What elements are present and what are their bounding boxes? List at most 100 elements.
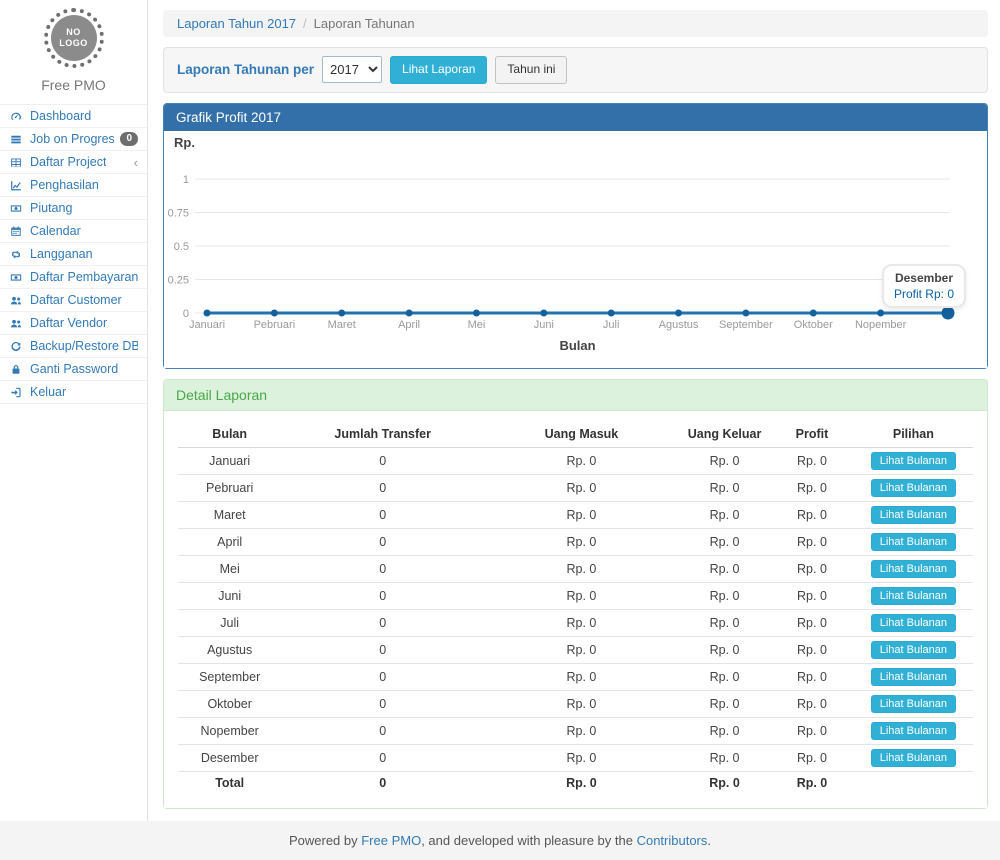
sidebar-item-piutang[interactable]: Piutang [0, 197, 147, 220]
view-monthly-button[interactable]: Lihat Bulanan [871, 722, 956, 740]
data-point [608, 309, 615, 316]
view-monthly-button[interactable]: Lihat Bulanan [871, 479, 956, 497]
x-tick-label: Juni [534, 319, 554, 331]
table-icon [9, 156, 24, 169]
cell-profit: Rp. 0 [770, 771, 853, 794]
column-header-uang-masuk: Uang Masuk [484, 421, 679, 448]
main-content: Laporan Tahun 2017 / Laporan Tahunan Lapor… [148, 0, 1000, 821]
cell-jumlah-transfer: 0 [281, 717, 484, 744]
sidebar-item-label: Ganti Password [30, 362, 118, 376]
sidebar-item-dashboard[interactable]: Dashboard [0, 105, 147, 128]
view-monthly-button[interactable]: Lihat Bulanan [871, 560, 956, 578]
report-filter-panel: Laporan Tahunan per 2017 Lihat Laporan T… [163, 47, 988, 93]
cell-jumlah-transfer: 0 [281, 582, 484, 609]
view-monthly-button[interactable]: Lihat Bulanan [871, 506, 956, 524]
sign-out-icon [9, 386, 24, 399]
sidebar: NO LOGO Free PMO DashboardJob on Progres… [0, 0, 148, 821]
table-row: Agustus0Rp. 0Rp. 0Rp. 0Lihat Bulanan [178, 636, 973, 663]
view-monthly-button[interactable]: Lihat Bulanan [871, 668, 956, 686]
data-point [271, 309, 278, 316]
sidebar-menu: DashboardJob on Progress0Daftar Project‹… [0, 104, 147, 404]
sidebar-item-ganti-password[interactable]: Ganti Password [0, 358, 147, 381]
table-row: April0Rp. 0Rp. 0Rp. 0Lihat Bulanan [178, 528, 973, 555]
year-select[interactable]: 2017 [322, 56, 382, 83]
footer-text-middle: , and developed with pleasure by the [421, 833, 636, 848]
sidebar-item-calendar[interactable]: Calendar [0, 220, 147, 243]
table-row: Maret0Rp. 0Rp. 0Rp. 0Lihat Bulanan [178, 501, 973, 528]
page: NO LOGO Free PMO DashboardJob on Progres… [0, 0, 1000, 821]
users-icon [9, 294, 24, 307]
cell-jumlah-transfer: 0 [281, 447, 484, 474]
cell-uang-keluar: Rp. 0 [679, 501, 770, 528]
view-monthly-button[interactable]: Lihat Bulanan [871, 695, 956, 713]
table-row: September0Rp. 0Rp. 0Rp. 0Lihat Bulanan [178, 663, 973, 690]
cell-profit: Rp. 0 [770, 609, 853, 636]
cell-profit: Rp. 0 [770, 474, 853, 501]
filter-label: Laporan Tahunan per [177, 62, 314, 77]
sidebar-item-label: Calendar [30, 224, 81, 238]
cell-bulan: Juli [178, 609, 281, 636]
cell-bulan: September [178, 663, 281, 690]
cell-profit: Rp. 0 [770, 528, 853, 555]
table-row: Desember0Rp. 0Rp. 0Rp. 0Lihat Bulanan [178, 744, 973, 771]
refresh-icon [9, 340, 24, 353]
data-point [204, 309, 211, 316]
cell-pilihan: Lihat Bulanan [854, 609, 973, 636]
column-header-jumlah-transfer: Jumlah Transfer [281, 421, 484, 448]
no-logo-icon: NO LOGO [51, 15, 97, 61]
cell-uang-masuk: Rp. 0 [484, 501, 679, 528]
sidebar-item-label: Daftar Customer [30, 293, 122, 307]
footer: Powered by Free PMO, and developed with … [0, 821, 1000, 860]
view-report-button[interactable]: Lihat Laporan [390, 56, 487, 84]
view-monthly-button[interactable]: Lihat Bulanan [871, 587, 956, 605]
view-monthly-button[interactable]: Lihat Bulanan [871, 533, 956, 551]
sidebar-item-keluar[interactable]: Keluar [0, 381, 147, 404]
cell-bulan: Maret [178, 501, 281, 528]
sidebar-item-daftar-vendor[interactable]: Daftar Vendor [0, 312, 147, 335]
footer-link-contributors[interactable]: Contributors [637, 833, 708, 848]
breadcrumb: Laporan Tahun 2017 / Laporan Tahunan [163, 10, 988, 37]
cell-uang-keluar: Rp. 0 [679, 474, 770, 501]
cell-pilihan: Lihat Bulanan [854, 501, 973, 528]
cell-uang-keluar: Rp. 0 [679, 555, 770, 582]
cell-uang-masuk: Rp. 0 [484, 717, 679, 744]
cell-uang-keluar: Rp. 0 [679, 690, 770, 717]
sidebar-item-job-on-progress[interactable]: Job on Progress0 [0, 128, 147, 151]
sidebar-item-label: Daftar Vendor [30, 316, 107, 330]
table-row: Pebruari0Rp. 0Rp. 0Rp. 0Lihat Bulanan [178, 474, 973, 501]
table-total-row: Total0Rp. 0Rp. 0Rp. 0 [178, 771, 973, 794]
logo-text-line2: LOGO [59, 38, 88, 49]
cell-bulan: Desember [178, 744, 281, 771]
sidebar-item-label: Backup/Restore DB [30, 339, 138, 353]
tooltip-value: Profit Rp: 0 [894, 287, 954, 301]
sidebar-item-daftar-project[interactable]: Daftar Project‹ [0, 151, 147, 174]
sidebar-item-langganan[interactable]: Langganan [0, 243, 147, 266]
tooltip-month: Desember [894, 271, 954, 285]
sidebar-item-penghasilan[interactable]: Penghasilan [0, 174, 147, 197]
view-monthly-button[interactable]: Lihat Bulanan [871, 452, 956, 470]
table-header-row: BulanJumlah TransferUang MasukUang Kelua… [178, 421, 973, 448]
footer-link-free-pmo[interactable]: Free PMO [361, 833, 421, 848]
breadcrumb-current: Laporan Tahunan [314, 16, 415, 31]
view-monthly-button[interactable]: Lihat Bulanan [871, 749, 956, 767]
cell-profit: Rp. 0 [770, 690, 853, 717]
cell-jumlah-transfer: 0 [281, 501, 484, 528]
this-year-button[interactable]: Tahun ini [495, 56, 567, 84]
view-monthly-button[interactable]: Lihat Bulanan [871, 614, 956, 632]
x-tick-label: Oktober [794, 319, 833, 331]
sidebar-item-daftar-pembayaran[interactable]: Daftar Pembayaran [0, 266, 147, 289]
sidebar-item-label: Daftar Pembayaran [30, 270, 138, 284]
brand-name: Free PMO [0, 77, 147, 93]
cell-jumlah-transfer: 0 [281, 474, 484, 501]
cell-profit: Rp. 0 [770, 744, 853, 771]
breadcrumb-separator: / [303, 16, 307, 31]
cell-bulan: Nopember [178, 717, 281, 744]
detail-report-panel: Detail Laporan BulanJumlah TransferUang … [163, 379, 988, 809]
sidebar-item-backup-restore-db[interactable]: Backup/Restore DB [0, 335, 147, 358]
x-tick-label: Januari [189, 319, 225, 331]
breadcrumb-link-laporan-tahun[interactable]: Laporan Tahun 2017 [177, 16, 296, 31]
y-axis-label: Rp. [174, 135, 195, 150]
view-monthly-button[interactable]: Lihat Bulanan [871, 641, 956, 659]
table-row: Oktober0Rp. 0Rp. 0Rp. 0Lihat Bulanan [178, 690, 973, 717]
sidebar-item-daftar-customer[interactable]: Daftar Customer [0, 289, 147, 312]
